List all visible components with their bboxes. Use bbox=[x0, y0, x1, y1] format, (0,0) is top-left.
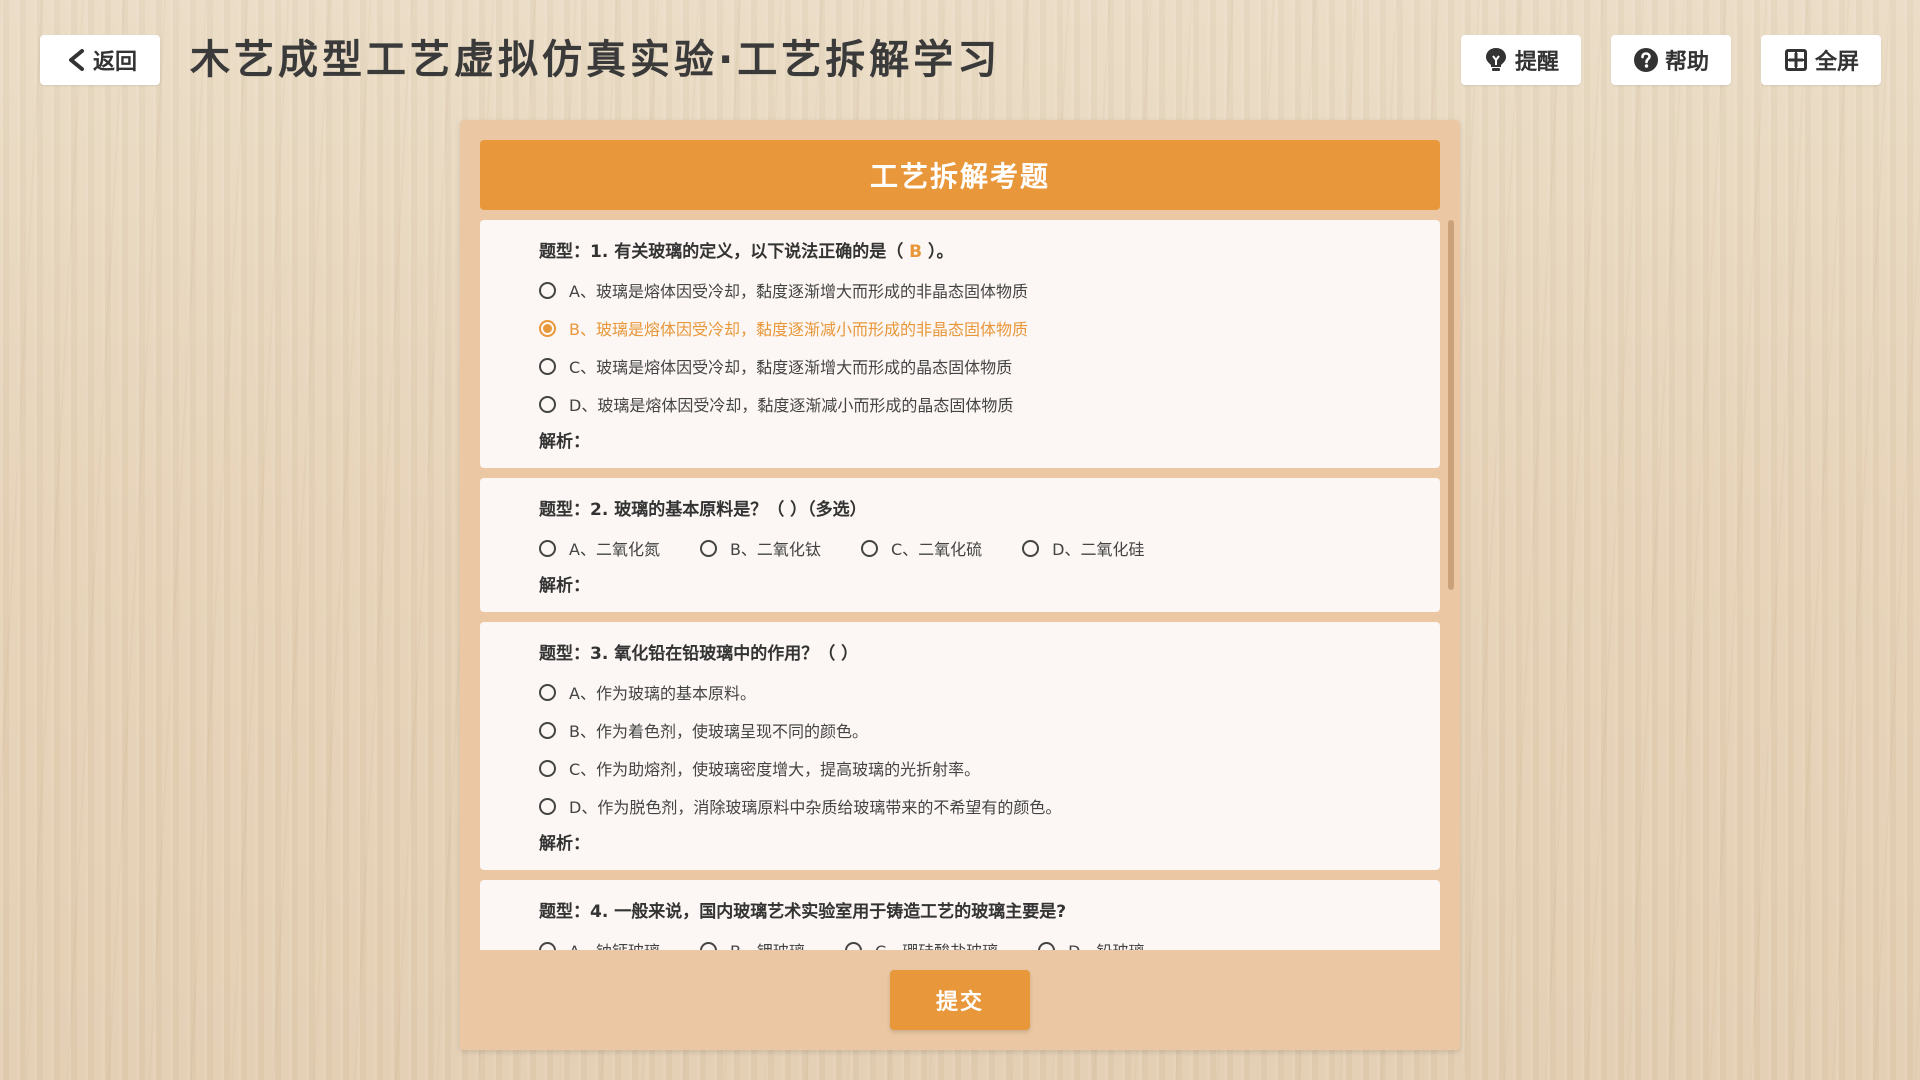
panel-header: 工艺拆解考题 bbox=[480, 140, 1440, 210]
option-a[interactable]: A、作为玻璃的基本原料。 bbox=[539, 680, 1440, 704]
help-button-label: 帮助 bbox=[1664, 50, 1709, 75]
question-circle-icon bbox=[1633, 47, 1659, 73]
answer-indicator: B bbox=[909, 242, 923, 262]
radio-button[interactable] bbox=[539, 683, 556, 701]
radio-button[interactable] bbox=[699, 539, 717, 557]
option-label: C、作为助熔剂，使玻璃密度增大，提高玻璃的光折射率。 bbox=[569, 760, 981, 779]
question-card: 题型：1. 有关玻璃的定义，以下说法正确的是（ B ）。 A、玻璃是熔体因受冷却… bbox=[480, 220, 1440, 468]
option-label: D、二氧化硅 bbox=[1052, 540, 1145, 559]
option-a[interactable]: A、玻璃是熔体因受冷却，黏度逐渐增大而形成的非晶态固体物质 bbox=[539, 278, 1440, 302]
question-title-suffix: ）。 bbox=[922, 242, 954, 262]
analysis-label: 解析： bbox=[539, 834, 590, 854]
question-title: 题型：1. 有关玻璃的定义，以下说法正确的是（ B ）。 bbox=[539, 240, 1440, 264]
question-title: 题型：2. 玻璃的基本原料是？（ ）（多选） bbox=[539, 500, 867, 520]
analysis-label: 解析： bbox=[539, 432, 590, 452]
option-label: B、钾玻璃 bbox=[730, 938, 805, 950]
option-a[interactable]: A、钠钙玻璃 bbox=[539, 938, 660, 950]
option-label: D、铅玻璃 bbox=[1068, 938, 1144, 950]
back-button[interactable]: 返回 bbox=[40, 35, 160, 85]
option-b[interactable]: B、玻璃是熔体因受冷却，黏度逐渐减小而形成的非晶态固体物质 bbox=[539, 316, 1440, 340]
analysis-label: 解析： bbox=[539, 576, 590, 596]
question-card: 题型：3. 氧化铅在铅玻璃中的作用？（ ） A、作为玻璃的基本原料。 B、作为着… bbox=[480, 622, 1440, 870]
question-list[interactable]: 题型：1. 有关玻璃的定义，以下说法正确的是（ B ）。 A、玻璃是熔体因受冷却… bbox=[480, 220, 1440, 950]
radio-button[interactable] bbox=[860, 539, 878, 557]
radio-button-checked[interactable] bbox=[539, 319, 556, 337]
option-label: B、作为着色剂，使玻璃呈现不同的颜色。 bbox=[569, 722, 868, 741]
radio-button[interactable] bbox=[539, 759, 556, 777]
option-row: A、钠钙玻璃 B、钾玻璃 C、硼硅酸盐玻璃 D、铅玻璃 bbox=[539, 938, 1440, 950]
submit-button[interactable]: 提交 bbox=[890, 970, 1030, 1030]
remind-button[interactable]: 提醒 bbox=[1461, 35, 1581, 85]
panel-title: 工艺拆解考题 bbox=[869, 160, 1050, 193]
option-label: C、二氧化硫 bbox=[890, 540, 983, 559]
lightbulb-icon bbox=[1483, 47, 1509, 73]
option-d[interactable]: D、玻璃是熔体因受冷却，黏度逐渐减小而形成的晶态固体物质 bbox=[539, 392, 1440, 416]
fullscreen-button-label: 全屏 bbox=[1814, 50, 1859, 75]
option-c[interactable]: C、作为助熔剂，使玻璃密度增大，提高玻璃的光折射率。 bbox=[539, 756, 1440, 780]
radio-button[interactable] bbox=[539, 539, 556, 557]
radio-button[interactable] bbox=[539, 357, 556, 375]
option-d[interactable]: D、铅玻璃 bbox=[1038, 938, 1144, 950]
help-button[interactable]: 帮助 bbox=[1611, 35, 1731, 85]
option-label: D、作为脱色剂，消除玻璃原料中杂质给玻璃带来的不希望有的颜色。 bbox=[569, 798, 1062, 817]
chevron-left-icon bbox=[63, 47, 89, 73]
option-label: A、二氧化氮 bbox=[569, 540, 660, 559]
option-c[interactable]: C、硼硅酸盐玻璃 bbox=[844, 938, 998, 950]
radio-button[interactable] bbox=[539, 281, 556, 299]
radio-button[interactable] bbox=[539, 941, 556, 950]
radio-button[interactable] bbox=[1038, 941, 1056, 950]
radio-button[interactable] bbox=[539, 721, 556, 739]
radio-button[interactable] bbox=[539, 797, 556, 815]
question-title: 题型：3. 氧化铅在铅玻璃中的作用？（ ） bbox=[539, 644, 859, 664]
option-b[interactable]: B、钾玻璃 bbox=[699, 938, 805, 950]
submit-button-label: 提交 bbox=[935, 990, 984, 1015]
option-label: B、二氧化钛 bbox=[729, 540, 821, 559]
radio-button[interactable] bbox=[1022, 539, 1040, 557]
question-card: 题型：4. 一般来说，国内玻璃艺术实验室用于铸造工艺的玻璃主要是? A、钠钙玻璃… bbox=[480, 880, 1440, 950]
question-title: 题型：4. 一般来说，国内玻璃艺术实验室用于铸造工艺的玻璃主要是? bbox=[539, 902, 1067, 922]
option-a[interactable]: A、二氧化氮 bbox=[539, 536, 660, 560]
option-label: C、玻璃是熔体因受冷却，黏度逐渐增大而形成的晶态固体物质 bbox=[569, 358, 1013, 377]
option-c[interactable]: C、玻璃是熔体因受冷却，黏度逐渐增大而形成的晶态固体物质 bbox=[539, 354, 1440, 378]
fullscreen-button[interactable]: 全屏 bbox=[1761, 35, 1881, 85]
question-card: 题型：2. 玻璃的基本原料是？（ ）（多选） A、二氧化氮 B、二氧化钛 C、二… bbox=[480, 478, 1440, 612]
question-title-text: 题型：1. 有关玻璃的定义，以下说法正确的是（ bbox=[539, 242, 910, 262]
option-label: C、硼硅酸盐玻璃 bbox=[875, 938, 998, 950]
page-title: 木艺成型工艺虚拟仿真实验·工艺拆解学习 bbox=[190, 37, 1002, 83]
remind-button-label: 提醒 bbox=[1514, 50, 1559, 75]
option-label: A、钠钙玻璃 bbox=[569, 938, 660, 950]
option-label: A、作为玻璃的基本原料。 bbox=[569, 684, 756, 703]
option-label: D、玻璃是熔体因受冷却，黏度逐渐减小而形成的晶态固体物质 bbox=[569, 396, 1014, 415]
option-b[interactable]: B、二氧化钛 bbox=[699, 536, 821, 560]
radio-button[interactable] bbox=[699, 941, 717, 950]
scrollbar[interactable] bbox=[1448, 220, 1454, 950]
radio-button[interactable] bbox=[539, 395, 556, 413]
option-d[interactable]: D、作为脱色剂，消除玻璃原料中杂质给玻璃带来的不希望有的颜色。 bbox=[539, 794, 1440, 818]
option-d[interactable]: D、二氧化硅 bbox=[1022, 536, 1144, 560]
quiz-panel: 工艺拆解考题 题型：1. 有关玻璃的定义，以下说法正确的是（ B ）。 A、玻璃… bbox=[460, 120, 1460, 1050]
fullscreen-plus-icon bbox=[1783, 47, 1809, 73]
option-row: A、二氧化氮 B、二氧化钛 C、二氧化硫 D、二氧化硅 bbox=[539, 536, 1440, 560]
scrollbar-thumb[interactable] bbox=[1448, 220, 1454, 590]
option-label: A、玻璃是熔体因受冷却，黏度逐渐增大而形成的非晶态固体物质 bbox=[569, 282, 1028, 301]
option-b[interactable]: B、作为着色剂，使玻璃呈现不同的颜色。 bbox=[539, 718, 1440, 742]
radio-button[interactable] bbox=[844, 941, 862, 950]
option-c[interactable]: C、二氧化硫 bbox=[860, 536, 983, 560]
option-label: B、玻璃是熔体因受冷却，黏度逐渐减小而形成的非晶态固体物质 bbox=[569, 320, 1028, 339]
back-button-label: 返回 bbox=[92, 50, 137, 75]
